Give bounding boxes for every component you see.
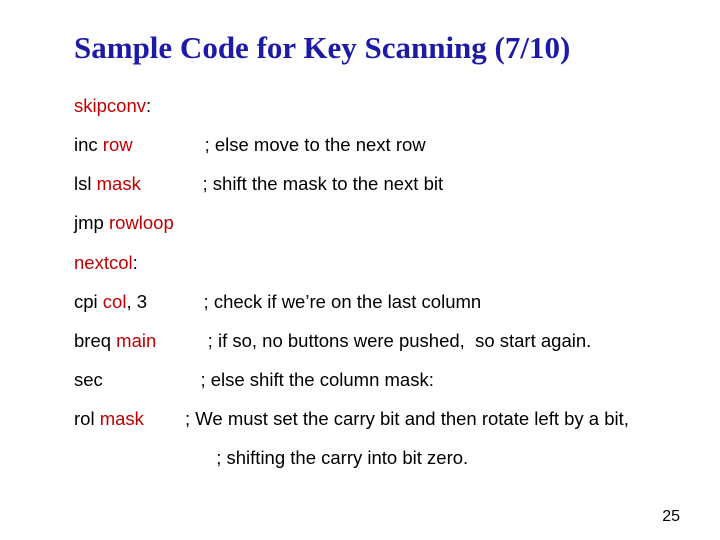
code-line: breq main ; if so, no buttons were pushe… [74,329,660,352]
code-symbol: rowloop [109,212,174,233]
code-symbol: nextcol [74,252,133,273]
code-text: ; We must set the carry bit and then rot… [144,408,629,429]
code-text: : [146,95,151,116]
page-number: 25 [662,508,680,526]
code-text: inc [74,134,103,155]
code-line: nextcol: [74,251,660,274]
code-symbol: row [103,134,133,155]
code-line: skipconv: [74,94,660,117]
slide: Sample Code for Key Scanning (7/10) skip… [0,0,720,540]
code-symbol: skipconv [74,95,146,116]
code-text: ; shift the mask to the next bit [141,173,443,194]
code-line: jmp rowloop [74,211,660,234]
code-text: , 3 ; check if we’re on the last column [126,291,481,312]
code-symbol: col [103,291,127,312]
code-line: ; shifting the carry into bit zero. [134,446,660,469]
code-line: lsl mask ; shift the mask to the next bi… [74,172,660,195]
code-text: breq [74,330,116,351]
slide-title: Sample Code for Key Scanning (7/10) [74,30,660,66]
code-line: sec ; else shift the column mask: [74,368,660,391]
code-text: jmp [74,212,109,233]
code-symbol: mask [100,408,144,429]
code-line: rol mask ; We must set the carry bit and… [74,407,660,430]
code-text: cpi [74,291,103,312]
code-text: lsl [74,173,97,194]
code-text: : [133,252,138,273]
code-text: ; else move to the next row [133,134,426,155]
code-text: ; if so, no buttons were pushed, so star… [156,330,591,351]
code-text: ; shifting the carry into bit zero. [134,447,468,468]
code-text: rol [74,408,100,429]
code-line: inc row ; else move to the next row [74,133,660,156]
code-symbol: main [116,330,156,351]
code-text: sec ; else shift the column mask: [74,369,434,390]
code-symbol: mask [97,173,141,194]
code-body: skipconv: inc row ; else move to the next… [74,94,660,469]
code-line: cpi col, 3 ; check if we’re on the last … [74,290,660,313]
